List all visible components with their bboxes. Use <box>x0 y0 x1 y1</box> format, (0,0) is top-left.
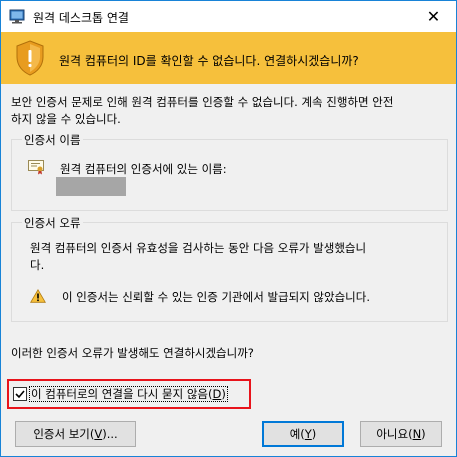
yes-label: 예( <box>289 427 305 441</box>
intro-text: 보안 인증서 문제로 인해 원격 컴퓨터를 인증할 수 없습니다. 계속 진행하… <box>11 94 449 128</box>
dialog-window: 원격 데스크톱 연결 ✕ 원격 컴퓨터의 ID를 확인할 수 없습니다. 연결하… <box>0 0 457 457</box>
view-cert-accesskey: V <box>94 427 103 441</box>
confirm-question: 이러한 인증서 오류가 발생해도 연결하시겠습니까? <box>11 346 254 360</box>
warning-banner: 원격 컴퓨터의 ID를 확인할 수 없습니다. 연결하시겠습니까? <box>1 32 456 84</box>
cert-name-row-text: 원격 컴퓨터의 인증서에 있는 이름: <box>60 162 227 176</box>
warning-triangle-icon <box>30 289 46 303</box>
no-accesskey: N <box>412 427 422 441</box>
cert-error-group-label: 인증서 오류 <box>22 215 83 231</box>
dialog-content: 보안 인증서 문제로 인해 원격 컴퓨터를 인증할 수 없습니다. 계속 진행하… <box>1 84 456 456</box>
cert-error-desc-line-1: 원격 컴퓨터의 인증서 유효성을 검사하는 동안 다음 오류가 발생했습니 <box>30 241 367 255</box>
no-label-end: ) <box>421 427 426 441</box>
cert-name-group-label: 인증서 이름 <box>22 132 83 148</box>
dont-ask-again-label-end: ) <box>221 387 226 401</box>
cert-name-group: 인증서 이름 원격 컴퓨터의 인증서에 있는 이름: <box>11 132 448 211</box>
cert-error-group: 인증서 오류 원격 컴퓨터의 인증서 유효성을 검사하는 동안 다음 오류가 발… <box>11 215 448 322</box>
remote-desktop-icon <box>9 9 25 24</box>
yes-button[interactable]: 예(Y) <box>262 421 344 447</box>
dont-ask-again-label-main: 이 컴퓨터로의 연결을 다시 묻지 않음( <box>31 387 213 401</box>
warning-shield-icon <box>16 40 44 76</box>
view-cert-label: 인증서 보기( <box>33 427 95 441</box>
yes-label-end: ) <box>311 427 317 441</box>
view-cert-label-end: )... <box>102 427 118 441</box>
banner-message: 원격 컴퓨터의 ID를 확인할 수 없습니다. 연결하시겠습니까? <box>59 54 359 68</box>
cert-error-desc-line-2: 다. <box>30 258 45 272</box>
close-icon: ✕ <box>426 7 441 26</box>
no-label: 아니요( <box>376 427 413 441</box>
title-bar[interactable]: 원격 데스크톱 연결 ✕ <box>1 1 456 32</box>
dont-ask-again-accesskey: D <box>212 387 222 401</box>
cert-error-text: 이 인증서는 신뢰할 수 있는 인증 기관에서 발급되지 않았습니다. <box>62 290 370 304</box>
certificate-icon <box>28 160 44 175</box>
intro-line-1: 보안 인증서 문제로 인해 원격 컴퓨터를 인증할 수 없습니다. 계속 진행하… <box>11 95 394 109</box>
dont-ask-again-checkbox[interactable] <box>13 387 27 401</box>
no-button[interactable]: 아니요(N) <box>360 421 442 447</box>
dont-ask-again-label[interactable]: 이 컴퓨터로의 연결을 다시 묻지 않음(D) <box>29 386 228 402</box>
intro-line-2: 하지 않을 수 있습니다. <box>11 112 121 126</box>
window-title: 원격 데스크톱 연결 <box>33 11 129 25</box>
yes-accesskey: Y <box>304 427 312 441</box>
close-button[interactable]: ✕ <box>411 1 456 32</box>
redacted-name <box>56 177 126 196</box>
view-certificate-button[interactable]: 인증서 보기(V)... <box>15 421 136 447</box>
checkmark-icon <box>15 390 25 399</box>
dont-ask-again-checkbox-row[interactable]: 이 컴퓨터로의 연결을 다시 묻지 않음(D) <box>7 379 251 409</box>
